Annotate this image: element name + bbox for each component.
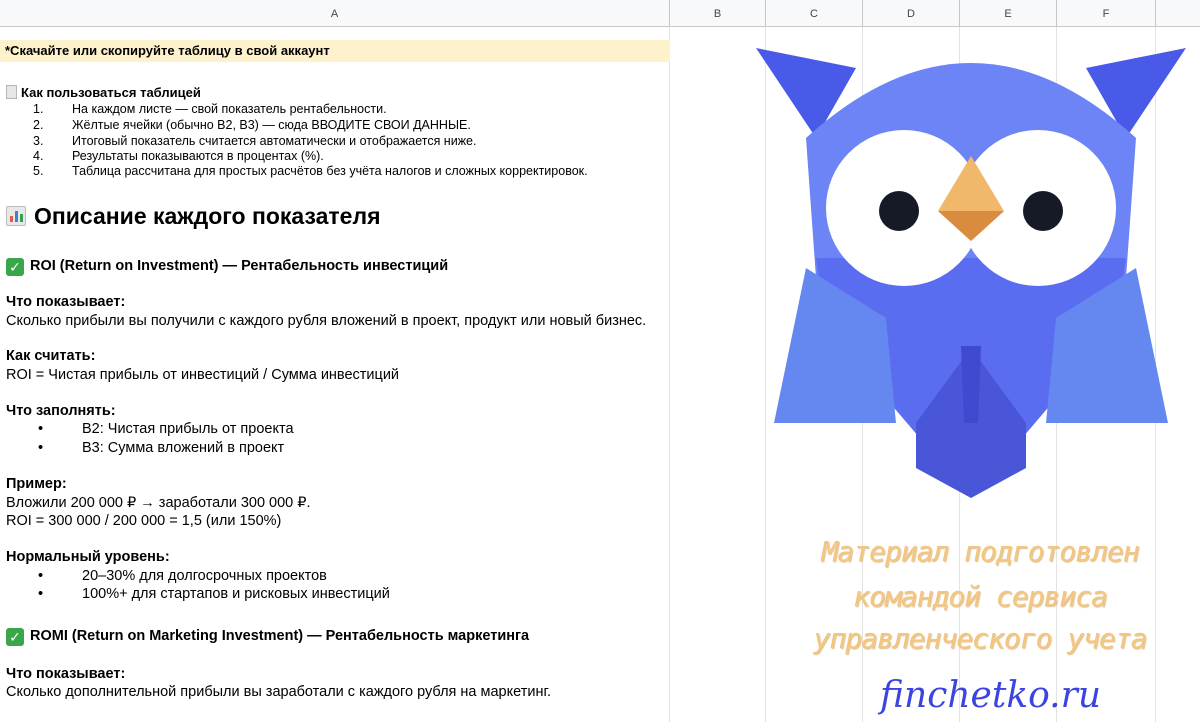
column-divider xyxy=(669,27,670,722)
column-header-d[interactable]: D xyxy=(863,0,960,26)
promo-line: Материал подготовлен xyxy=(821,535,1139,568)
roi-formula[interactable]: ROI = Чистая прибыль от инвестиций / Сум… xyxy=(6,367,399,383)
roi-norm-item[interactable]: 20–30% для долгосрочных проектов xyxy=(82,568,327,584)
column-header-e[interactable]: E xyxy=(960,0,1057,26)
roi-title[interactable]: ✓ ROI (Return on Investment) — Рентабельн… xyxy=(6,258,448,276)
howto-title[interactable]: Как пользоваться таблицей xyxy=(6,85,201,100)
romi-title-text: ROMI (Return on Marketing Investment) — … xyxy=(30,628,530,644)
step-text[interactable]: Таблица рассчитана для простых расчётов … xyxy=(72,164,588,178)
column-header-b[interactable]: B xyxy=(670,0,766,26)
bullet-dot: • xyxy=(38,440,44,456)
promo-line: командой сервиса xyxy=(853,580,1108,613)
roi-norm-label[interactable]: Нормальный уровень: xyxy=(6,549,170,565)
step-number: 3. xyxy=(33,134,44,148)
download-note-cell[interactable]: *Скачайте или скопируйте таблицу в свой … xyxy=(0,40,670,62)
section-title-text: Описание каждого показателя xyxy=(34,203,381,229)
roi-example-line[interactable]: ROI = 300 000 / 200 000 = 1,5 (или 150%) xyxy=(6,513,281,529)
howto-title-text: Как пользоваться таблицей xyxy=(21,85,201,100)
check-mark-icon: ✓ xyxy=(6,628,24,646)
bar-chart-icon xyxy=(6,206,26,226)
roi-norm-item[interactable]: 100%+ для стартапов и рисковых инвестици… xyxy=(82,586,390,602)
step-number: 2. xyxy=(33,118,44,132)
page-icon xyxy=(6,85,17,99)
promo-line: управленческого учета xyxy=(813,622,1147,655)
roi-fill-label[interactable]: Что заполнять: xyxy=(6,403,116,419)
roi-example-label[interactable]: Пример: xyxy=(6,476,67,492)
roi-example-line[interactable]: Вложили 200 000 ₽ → заработали 300 000 ₽… xyxy=(6,495,311,511)
step-number: 4. xyxy=(33,149,44,163)
roi-fill-item[interactable]: B2: Чистая прибыль от проекта xyxy=(82,421,294,437)
check-mark-icon: ✓ xyxy=(6,258,24,276)
bullet-dot: • xyxy=(38,421,44,437)
roi-how-label[interactable]: Как считать: xyxy=(6,348,95,364)
romi-title[interactable]: ✓ ROMI (Return on Marketing Investment) —… xyxy=(6,628,529,646)
step-number: 1. xyxy=(33,102,44,116)
step-text[interactable]: Результаты показываются в процентах (%). xyxy=(72,149,324,163)
roi-fill-item[interactable]: B3: Сумма вложений в проект xyxy=(82,440,284,456)
roi-title-text: ROI (Return on Investment) — Рентабельно… xyxy=(30,258,449,274)
step-text[interactable]: Жёлтые ячейки (обычно B2, B3) — сюда ВВО… xyxy=(72,118,471,132)
column-header-a[interactable]: A xyxy=(0,0,670,26)
site-link[interactable]: finchetko.ru xyxy=(880,675,1101,716)
column-header-row: A B C D E F xyxy=(0,0,1200,27)
romi-what-text[interactable]: Сколько дополнительной прибыли вы зарабо… xyxy=(6,684,551,700)
roi-what-text[interactable]: Сколько прибыли вы получили с каждого ру… xyxy=(6,313,646,329)
owl-logo xyxy=(756,48,1186,498)
bullet-dot: • xyxy=(38,586,44,602)
section-title[interactable]: Описание каждого показателя xyxy=(6,203,381,230)
roi-what-label[interactable]: Что показывает: xyxy=(6,294,125,310)
column-header-g[interactable] xyxy=(1156,0,1200,26)
column-header-c[interactable]: C xyxy=(766,0,863,26)
step-text[interactable]: На каждом листе — свой показатель рентаб… xyxy=(72,102,387,116)
step-number: 5. xyxy=(33,164,44,178)
bullet-dot: • xyxy=(38,568,44,584)
column-header-f[interactable]: F xyxy=(1057,0,1156,26)
step-text[interactable]: Итоговый показатель считается автоматиче… xyxy=(72,134,476,148)
romi-what-label[interactable]: Что показывает: xyxy=(6,666,125,682)
